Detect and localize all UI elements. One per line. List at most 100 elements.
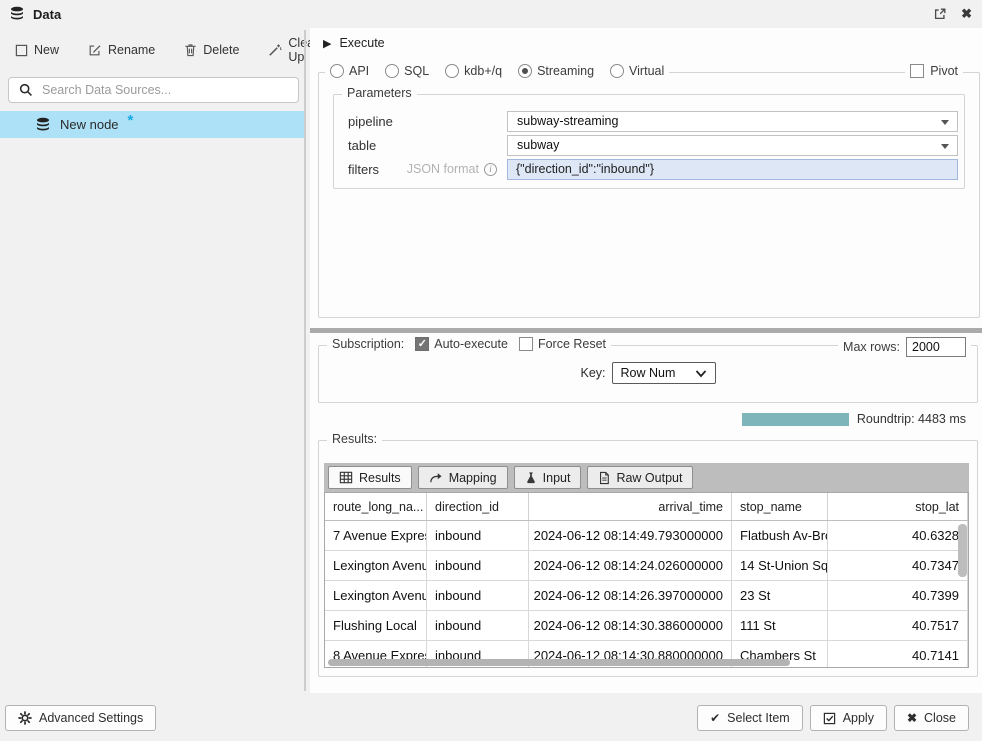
table-cell: 2024-06-12 08:14:24.026000000 <box>529 551 732 580</box>
results-legend: Results: <box>327 432 382 446</box>
popout-icon[interactable] <box>933 7 947 21</box>
tab-mapping[interactable]: Mapping <box>418 466 508 489</box>
column-header[interactable]: arrival_time <box>529 493 732 520</box>
checkbox-icon <box>519 337 533 351</box>
vertical-scrollbar-thumb[interactable] <box>958 524 967 577</box>
database-icon <box>35 117 51 133</box>
table-cell: 40.7141 <box>828 641 968 668</box>
table-row[interactable]: 7 Avenue Expresinbound2024-06-12 08:14:4… <box>325 521 968 551</box>
rename-button[interactable]: Rename <box>88 43 155 57</box>
play-icon: ▶ <box>323 37 331 50</box>
execute-button[interactable]: ▶ Execute <box>323 36 385 50</box>
table-cell: 2024-06-12 08:14:26.397000000 <box>529 581 732 610</box>
column-header[interactable]: stop_name <box>732 493 828 520</box>
table-cell: 111 St <box>732 611 828 640</box>
table-cell: inbound <box>427 611 529 640</box>
table-cell: 40.6328 <box>828 521 968 550</box>
close-icon: ✖ <box>907 711 917 725</box>
key-select[interactable]: Row Num <box>612 362 716 384</box>
filters-hint: JSON format i <box>407 162 497 176</box>
column-header[interactable]: stop_lat <box>828 493 968 520</box>
search-input[interactable] <box>42 83 288 97</box>
checkbox-check-icon <box>823 712 836 725</box>
editor-panel: ▶ Execute API SQL kdb+/q Streaming <box>310 28 982 693</box>
horizontal-splitter[interactable] <box>310 328 982 333</box>
radio-icon <box>610 64 624 78</box>
table-cell: inbound <box>427 551 529 580</box>
table-row[interactable]: Lexington Avenuinbound2024-06-12 08:14:2… <box>325 551 968 581</box>
results-table-header: route_long_na...direction_idarrival_time… <box>325 493 968 521</box>
max-rows-label: Max rows: <box>843 340 900 354</box>
chevron-down-icon <box>941 120 949 125</box>
advanced-settings-button[interactable]: Advanced Settings <box>5 705 156 731</box>
filters-row: filters JSON format i <box>348 158 958 180</box>
progress-bar <box>742 413 849 426</box>
roundtrip-label: Roundtrip: 4483 ms <box>857 412 966 426</box>
table-cell: 2024-06-12 08:14:30.386000000 <box>529 611 732 640</box>
radio-virtual[interactable]: Virtual <box>610 64 664 78</box>
radio-sql[interactable]: SQL <box>385 64 429 78</box>
window-title: Data <box>33 7 61 22</box>
table-cell: 2024-06-12 08:14:49.793000000 <box>529 521 732 550</box>
mapping-icon <box>429 472 443 484</box>
radio-kdbq[interactable]: kdb+/q <box>445 64 502 78</box>
pivot-checkbox[interactable]: Pivot <box>905 64 963 78</box>
table-cell: Lexington Avenu <box>325 581 427 610</box>
table-cell: Lexington Avenu <box>325 551 427 580</box>
table-cell: 40.7399 <box>828 581 968 610</box>
trash-icon <box>184 43 197 57</box>
table-icon <box>339 471 353 484</box>
key-row: Key: Row Num <box>319 362 977 384</box>
search-icon <box>19 83 33 97</box>
table-row[interactable]: Flushing Localinbound2024-06-12 08:14:30… <box>325 611 968 641</box>
select-item-button[interactable]: ✔ Select Item <box>697 705 803 731</box>
key-label: Key: <box>580 366 605 380</box>
wand-icon <box>268 43 282 57</box>
tab-results[interactable]: Results <box>328 466 412 489</box>
max-rows-input[interactable] <box>906 337 966 357</box>
new-button[interactable]: New <box>15 43 59 57</box>
gear-icon <box>18 711 32 725</box>
radio-icon <box>445 64 459 78</box>
column-header[interactable]: direction_id <box>427 493 529 520</box>
apply-button[interactable]: Apply <box>810 705 887 731</box>
radio-api[interactable]: API <box>330 64 369 78</box>
table-row[interactable]: Lexington Avenuinbound2024-06-12 08:14:2… <box>325 581 968 611</box>
delete-button[interactable]: Delete <box>184 43 239 57</box>
filters-label: filters <box>348 162 379 177</box>
close-icon[interactable]: ✖ <box>961 6 972 22</box>
data-sources-toolbar: New Rename Delete <box>0 28 304 70</box>
info-icon[interactable]: i <box>484 163 497 176</box>
panel-divider[interactable] <box>304 30 306 691</box>
pipeline-label: pipeline <box>348 114 393 129</box>
chevron-down-icon <box>695 369 707 378</box>
subscription-legend: Subscription: <box>332 337 404 351</box>
database-icon <box>9 6 25 22</box>
filters-input[interactable] <box>507 159 958 180</box>
radio-streaming[interactable]: Streaming <box>518 64 594 78</box>
horizontal-scrollbar-thumb[interactable] <box>328 659 790 666</box>
titlebar: Data ✖ <box>0 0 982 28</box>
rename-icon <box>88 43 102 57</box>
results-groupbox: Results: Results <box>318 440 978 677</box>
tab-input[interactable]: Input <box>514 466 582 489</box>
close-button[interactable]: ✖ Close <box>894 705 969 731</box>
pipeline-select[interactable]: subway-streaming <box>507 111 958 132</box>
checkbox-checked-icon <box>415 337 429 351</box>
search-box[interactable] <box>8 77 299 103</box>
table-cell: 40.7347 <box>828 551 968 580</box>
table-label: table <box>348 138 376 153</box>
data-source-item-new-node[interactable]: New node * <box>0 111 304 138</box>
table-select[interactable]: subway <box>507 135 958 156</box>
radio-icon-checked <box>518 64 532 78</box>
results-table: route_long_na...direction_idarrival_time… <box>324 492 969 668</box>
table-cell: Flatbush Av-Broo <box>732 521 828 550</box>
radio-icon <box>385 64 399 78</box>
force-reset-checkbox[interactable]: Force Reset <box>519 337 606 351</box>
column-header[interactable]: route_long_na... <box>325 493 427 520</box>
unsaved-marker: * <box>128 112 134 129</box>
auto-execute-checkbox[interactable]: Auto-execute <box>415 337 508 351</box>
new-icon <box>15 44 28 57</box>
data-source-item-label: New node <box>60 117 119 132</box>
tab-raw-output[interactable]: Raw Output <box>587 466 693 489</box>
